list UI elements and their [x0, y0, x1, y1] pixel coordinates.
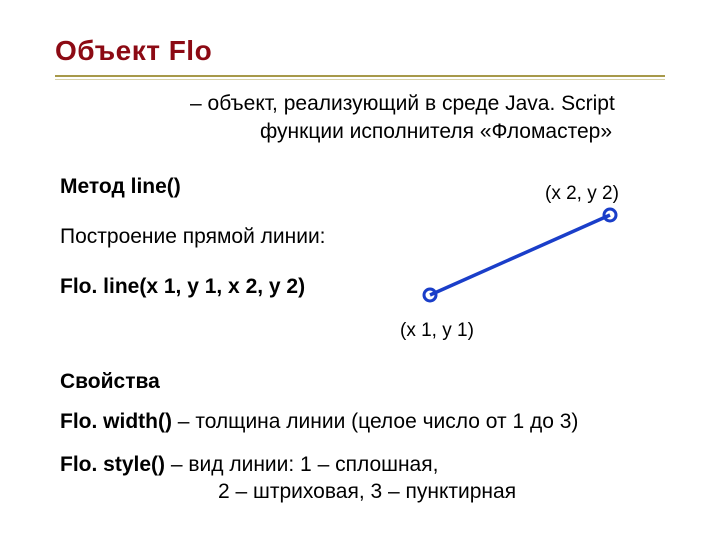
style-property-line-1: Flo. style() – вид линии: 1 – сплошная, — [60, 453, 438, 477]
call-signature: Flo. line(x 1, y 1, x 2, y 2) — [60, 275, 305, 299]
method-heading: Метод line() — [60, 175, 181, 199]
width-prop-name: Flo. width() — [60, 410, 172, 433]
style-prop-desc-1: – вид линии: 1 – сплошная, — [165, 453, 438, 476]
style-property-line-2: 2 – штриховая, 3 – пунктирная — [218, 480, 516, 504]
intro-line-2: функции исполнителя «Фломастер» — [260, 120, 612, 144]
style-prop-name: Flo. style() — [60, 453, 165, 476]
width-prop-desc: – толщина линии (целое число от 1 до 3) — [172, 410, 578, 433]
intro-line-1: – объект, реализующий в среде Java. Scri… — [190, 92, 615, 116]
width-property: Flo. width() – толщина линии (целое числ… — [60, 410, 578, 434]
slide: Объект Flo – объект, реализующий в среде… — [0, 0, 720, 540]
title-underline — [55, 75, 665, 80]
construction-text: Построение прямой линии: — [60, 225, 326, 249]
properties-heading: Cвойства — [60, 370, 160, 394]
page-title: Объект Flo — [55, 35, 212, 67]
line-diagram-icon — [380, 170, 640, 330]
